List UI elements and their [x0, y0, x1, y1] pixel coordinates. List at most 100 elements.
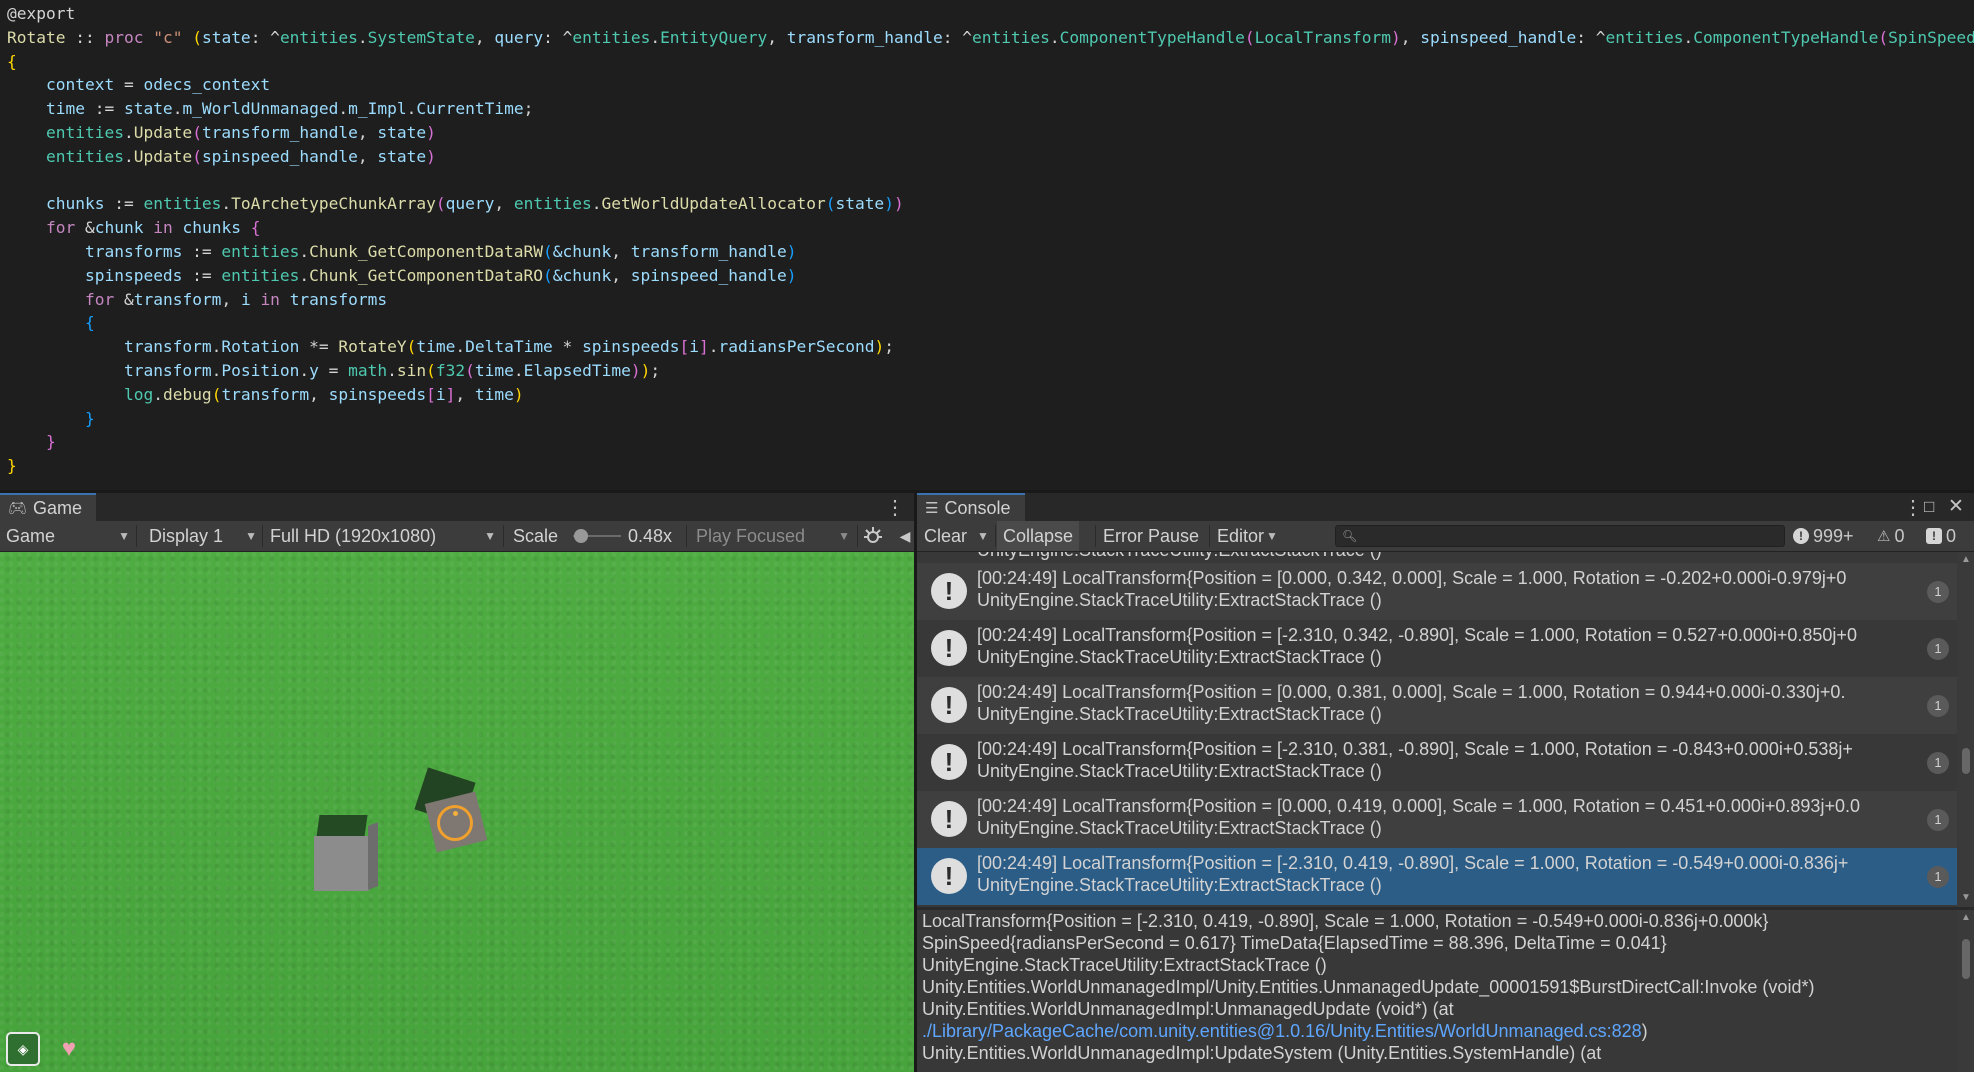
log-scrollbar[interactable]: ▲ ▼: [1957, 552, 1974, 907]
code-token: spinspeed_handle: [201, 146, 358, 166]
play-focused-dropdown[interactable]: Play Focused ▼: [696, 521, 850, 551]
scroll-down-icon[interactable]: ▼: [1961, 892, 1971, 903]
code-line[interactable]: for &transform, i in transforms: [7, 288, 1974, 312]
code-line[interactable]: transform.Rotation *= RotateY(time.Delta…: [7, 335, 1974, 359]
code-text[interactable]: @export Rotate :: proc "c" (state: ^entit…: [0, 0, 1974, 478]
clear-options-dropdown[interactable]: ▼: [977, 521, 991, 551]
chevron-down-icon: ▼: [118, 529, 130, 543]
detail-scrollbar[interactable]: ▲: [1957, 910, 1974, 1072]
log-entry[interactable]: ! [00:24:49] LocalTransform{Position = [0…: [917, 677, 1957, 734]
info-icon: !: [931, 858, 967, 894]
console-menu-icon[interactable]: ⋮: [1903, 495, 1923, 520]
code-line[interactable]: for &chunk in chunks {: [7, 216, 1974, 240]
stats-button[interactable]: [862, 521, 884, 551]
code-token: :=: [84, 99, 124, 119]
code-token: debug: [162, 384, 212, 404]
code-token: : ^: [543, 27, 573, 47]
scale-slider[interactable]: [573, 521, 621, 551]
mute-audio-button[interactable]: ◀: [898, 521, 912, 551]
code-token: .: [299, 265, 310, 285]
log-entry[interactable]: ! [00:24:49] LocalTransform{Position = [-…: [917, 848, 1957, 905]
speaker-icon: ◀: [899, 527, 911, 544]
bug-icon: [864, 527, 882, 543]
log-message: [00:24:49] LocalTransform{Position = [0.…: [977, 682, 1846, 702]
code-line[interactable]: [7, 169, 1974, 193]
code-token: ): [884, 194, 894, 214]
search-input[interactable]: 🔍︎: [1335, 525, 1785, 547]
code-token: ): [786, 265, 797, 285]
code-line[interactable]: context = odecs_context: [7, 73, 1974, 97]
code-token: i: [240, 289, 251, 309]
source-file-link[interactable]: ./Library/PackageCache/com.unity.entitie…: [922, 1021, 1642, 1041]
code-line[interactable]: }: [7, 430, 1974, 454]
log-count-toggle[interactable]: ! 999+: [1793, 521, 1854, 551]
log-scrollbar-thumb[interactable]: [1962, 748, 1970, 774]
log-entry[interactable]: ! [00:24:49] LocalTransform{Position = [-…: [917, 620, 1957, 677]
heart-overlay-button[interactable]: ♥: [53, 1034, 85, 1064]
code-token: .: [1683, 27, 1694, 47]
collapse-toggle[interactable]: Collapse: [997, 521, 1080, 551]
code-token: log: [123, 384, 154, 404]
cube-left-side: [368, 822, 378, 890]
gamepad-overlay-button[interactable]: ◈: [6, 1032, 40, 1066]
log-stacktrace: UnityEngine.StackTraceUtility:ExtractSta…: [977, 818, 1382, 838]
code-token: =: [318, 360, 349, 380]
log-entry[interactable]: ! [00:24:49] LocalTransform{Position = [0…: [917, 791, 1957, 848]
error-pause-toggle[interactable]: Error Pause: [1103, 521, 1199, 551]
info-icon: !: [931, 744, 967, 780]
code-line[interactable]: chunks := entities.ToArchetypeChunkArray…: [7, 192, 1974, 216]
code-line[interactable]: {: [7, 50, 1974, 74]
code-line[interactable]: Rotate :: proc "c" (state: ^entities.Sys…: [7, 26, 1974, 50]
scroll-up-icon[interactable]: ▲: [1961, 554, 1971, 565]
code-token: .: [211, 337, 222, 357]
warning-count-toggle[interactable]: ⚠︎ 0: [1877, 521, 1904, 551]
game-mode-dropdown[interactable]: Game ▼: [6, 521, 130, 551]
code-line[interactable]: spinspeeds := entities.Chunk_GetComponen…: [7, 264, 1974, 288]
clear-button[interactable]: Clear: [924, 521, 967, 551]
scroll-up-icon[interactable]: ▲: [1961, 912, 1971, 923]
code-token: ): [630, 360, 641, 380]
code-line[interactable]: entities.Update(transform_handle, state): [7, 121, 1974, 145]
code-editor[interactable]: @export Rotate :: proc "c" (state: ^entit…: [0, 0, 1974, 490]
code-line[interactable]: }: [7, 454, 1974, 478]
code-token: (: [465, 360, 475, 380]
code-token: time: [416, 337, 456, 357]
log-entry[interactable]: ! [00:24:49] LocalTransform{Position = [-…: [917, 734, 1957, 791]
maximize-icon[interactable]: □: [1924, 497, 1934, 517]
code-line[interactable]: transforms := entities.Chunk_GetComponen…: [7, 240, 1974, 264]
console-detail-pane[interactable]: LocalTransform{Position = [-2.310, 0.419…: [917, 910, 1957, 1072]
gizmo-handle[interactable]: [453, 811, 458, 816]
code-token: }: [7, 456, 17, 476]
code-token: .: [1049, 27, 1060, 47]
code-line[interactable]: transform.Position.y = math.sin(f32(time…: [7, 359, 1974, 383]
code-line[interactable]: {: [7, 311, 1974, 335]
editor-target-dropdown[interactable]: Editor ▼: [1217, 521, 1278, 551]
tab-game[interactable]: 🎮︎ Game: [0, 493, 97, 521]
resolution-dropdown[interactable]: Full HD (1920x1080) ▼: [270, 521, 496, 551]
log-count-badge: 1: [1927, 866, 1949, 888]
code-token: .: [211, 360, 222, 380]
code-line[interactable]: }: [7, 407, 1974, 431]
game-menu-icon[interactable]: ⋮: [885, 495, 905, 520]
tab-console[interactable]: ☰ Console: [917, 493, 1025, 521]
code-token: ;: [523, 99, 534, 119]
console-log-list[interactable]: UnityEngine.StackTraceUtility:ExtractSta…: [917, 552, 1957, 907]
info-icon: !: [931, 687, 967, 723]
code-line[interactable]: @export: [7, 2, 1974, 26]
close-icon[interactable]: ✕: [1948, 495, 1964, 518]
display-dropdown[interactable]: Display 1 ▼: [149, 521, 257, 551]
code-token: for: [84, 289, 115, 309]
detail-scrollbar-thumb[interactable]: [1962, 939, 1970, 979]
code-line[interactable]: time := state.m_WorldUnmanaged.m_Impl.Cu…: [7, 97, 1974, 121]
log-entry[interactable]: ! [00:24:49] LocalTransform{Position = [0…: [917, 563, 1957, 620]
code-token: m_WorldUnmanaged: [182, 99, 339, 119]
scale-slider-thumb[interactable]: [574, 529, 588, 543]
code-token: spinspeeds: [84, 265, 183, 285]
code-token: =: [114, 75, 144, 95]
code-line[interactable]: entities.Update(spinspeed_handle, state): [7, 145, 1974, 169]
code-token: (: [192, 146, 202, 166]
code-line[interactable]: log.debug(transform, spinspeeds[i], time…: [7, 383, 1974, 407]
error-count-toggle[interactable]: ! 0: [1926, 521, 1956, 551]
